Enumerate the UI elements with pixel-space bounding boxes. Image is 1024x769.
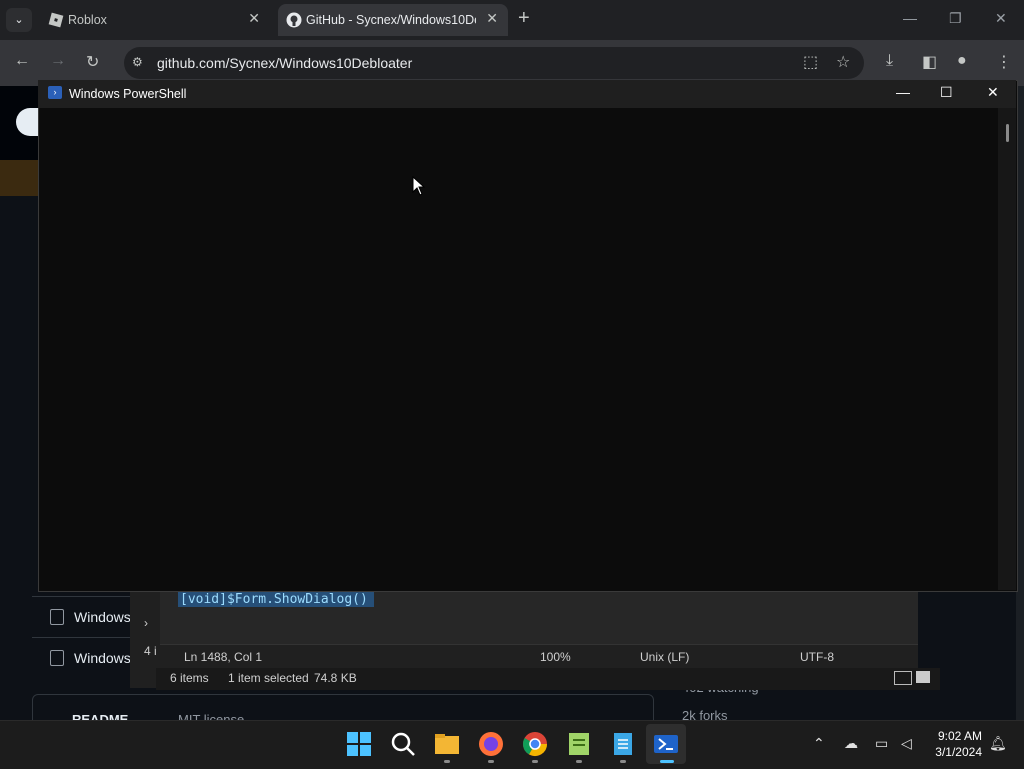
selected-size: 74.8 KB	[314, 671, 357, 685]
notification-bell-icon[interactable]: 🔔︎	[989, 735, 1007, 752]
details-view-icon[interactable]	[894, 671, 912, 685]
search-icon[interactable]	[389, 730, 417, 758]
running-indicator	[488, 760, 494, 763]
tiles-view-icon[interactable]	[916, 671, 930, 683]
onedrive-offline-icon[interactable]: ☁	[844, 735, 858, 752]
explorer-statusbar: 6 items 1 item selected 74.8 KB	[156, 668, 940, 690]
close-tab-icon[interactable]: ✕	[248, 10, 260, 27]
firefox-icon[interactable]	[477, 730, 505, 758]
menu-icon[interactable]: ⋮	[996, 52, 1012, 72]
item-count: 6 items	[170, 671, 209, 685]
running-indicator	[532, 760, 538, 763]
maximize-icon[interactable]: ☐	[940, 84, 953, 101]
tab-roblox[interactable]: Roblox ✕	[40, 4, 270, 36]
downloads-icon[interactable]: ⤓	[886, 52, 893, 70]
expand-chevron-icon[interactable]: ›	[144, 616, 148, 630]
tab-title: GitHub - Sycnex/Windows10De	[306, 13, 476, 27]
line-ending: Unix (LF)	[640, 650, 690, 664]
running-indicator	[576, 760, 582, 763]
file-explorer-icon[interactable]	[433, 730, 461, 758]
notepad-icon[interactable]	[609, 730, 637, 758]
install-app-icon[interactable]: ⬚	[803, 52, 818, 72]
forward-icon[interactable]: →	[50, 52, 66, 70]
back-icon[interactable]: ←	[14, 52, 30, 70]
reload-icon[interactable]: ↻	[86, 52, 99, 72]
roblox-favicon-icon	[48, 12, 64, 28]
new-tab-button[interactable]: +	[518, 8, 530, 28]
chevron-up-icon[interactable]: ⌃	[813, 735, 825, 752]
powershell-icon: ›	[48, 86, 62, 99]
file-name: Windows	[74, 650, 131, 666]
file-name: Windows	[74, 609, 131, 625]
window-title: Windows PowerShell	[69, 87, 187, 101]
cursor-position: Ln 1488, Col 1	[184, 650, 263, 664]
powershell-window[interactable]	[38, 80, 1018, 592]
profile-icon[interactable]: ●	[957, 52, 967, 70]
code-line[interactable]: [void]$Form.ShowDialog()	[178, 592, 374, 607]
minimize-icon[interactable]: —	[903, 10, 917, 26]
tab-github[interactable]: GitHub - Sycnex/Windows10De ✕	[278, 4, 508, 36]
bookmark-star-icon[interactable]: ☆	[836, 52, 850, 72]
powershell-icon[interactable]	[652, 730, 680, 758]
active-indicator	[660, 760, 674, 763]
notepad-plus-plus-icon[interactable]	[565, 730, 593, 758]
restore-icon[interactable]: ❐	[949, 10, 962, 27]
github-favicon-icon	[286, 12, 302, 28]
selected-count: 1 item selected	[228, 671, 309, 685]
running-indicator	[444, 760, 450, 763]
mouse-cursor-icon	[412, 176, 426, 196]
url-text[interactable]: github.com/Sycnex/Windows10Debloater	[157, 55, 412, 71]
tab-title: Roblox	[68, 13, 107, 27]
github-logo-icon[interactable]	[16, 108, 38, 136]
notepad-statusbar: Ln 1488, Col 1 100% Unix (LF) UTF-8	[160, 644, 918, 669]
chrome-icon[interactable]	[521, 730, 549, 758]
file-icon	[50, 609, 64, 625]
close-tab-icon[interactable]: ✕	[486, 10, 498, 27]
minimize-icon[interactable]: —	[896, 84, 910, 100]
taskbar	[0, 720, 1024, 769]
tab-search-button[interactable]: ⌄	[6, 8, 32, 32]
item-count-partial: 4 i	[144, 644, 157, 658]
site-info-icon[interactable]: ⚙	[132, 55, 143, 69]
volume-muted-icon[interactable]: ◁	[901, 735, 912, 752]
console-scrollbar[interactable]	[998, 108, 1016, 590]
zoom-level: 100%	[540, 650, 571, 664]
start-icon[interactable]	[345, 730, 373, 758]
encoding: UTF-8	[800, 650, 834, 664]
github-banner	[0, 160, 40, 196]
clock-time[interactable]: 9:02 AM	[930, 729, 982, 743]
close-window-icon[interactable]: ✕	[995, 10, 1007, 27]
running-indicator	[620, 760, 626, 763]
file-icon	[50, 650, 64, 666]
scrollbar-thumb[interactable]	[1006, 124, 1009, 142]
side-panel-icon[interactable]: ◧	[922, 52, 937, 72]
clock-date[interactable]: 3/1/2024	[930, 745, 982, 759]
close-icon[interactable]: ✕	[987, 84, 999, 101]
network-icon[interactable]: ▭	[875, 735, 888, 752]
